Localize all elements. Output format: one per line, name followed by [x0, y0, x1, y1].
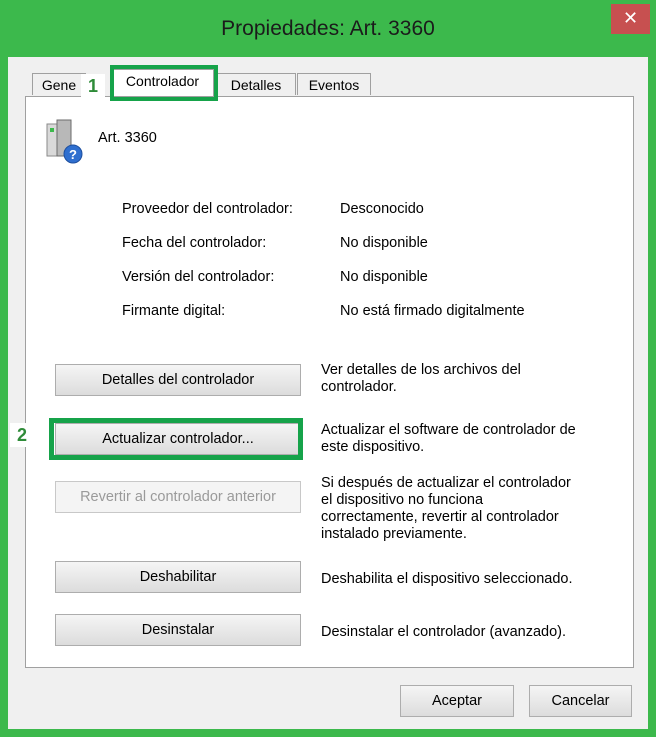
- desc-line: este dispositivo.: [321, 439, 425, 455]
- desc-line: instalado previamente.: [321, 526, 467, 542]
- window-title: Propiedades: Art. 3360: [221, 17, 435, 40]
- desc-line: Ver detalles de los archivos del: [321, 362, 521, 378]
- disable-device-desc: Deshabilita el dispositivo seleccionado.: [321, 571, 573, 587]
- tab-detalles[interactable]: Detalles: [216, 73, 296, 95]
- signer-label: Firmante digital:: [122, 303, 226, 319]
- tab-highlight-box: [110, 65, 218, 101]
- tab-label: Gene: [41, 77, 77, 93]
- tab-panel-controlador: ? Art. 3360 Proveedor del controlador: D…: [10, 96, 634, 668]
- update-driver-desc: Actualizar el software de controlador de…: [321, 422, 576, 456]
- desc-line: controlador.: [321, 379, 397, 395]
- properties-window: Propiedades: Art. 3360 ✕ Gene Controlado…: [0, 0, 656, 737]
- unknown-device-icon: ?: [43, 118, 83, 164]
- tab-label: Eventos: [308, 77, 360, 93]
- rollback-driver-desc: Si después de actualizar el controlador …: [321, 475, 571, 543]
- tab-eventos[interactable]: Eventos: [297, 73, 371, 95]
- provider-label: Proveedor del controlador:: [122, 201, 293, 217]
- uninstall-device-button[interactable]: Desinstalar: [55, 614, 301, 646]
- desc-line: Si después de actualizar el controlador: [321, 475, 571, 491]
- driver-details-button[interactable]: Detalles del controlador: [55, 364, 301, 396]
- desc-line: correctamente, revertir al controlador: [321, 509, 559, 525]
- close-icon: ✕: [622, 8, 639, 29]
- device-name: Art. 3360: [98, 130, 157, 146]
- title-bar[interactable]: Propiedades: Art. 3360 ✕: [0, 0, 656, 57]
- uninstall-device-desc: Desinstalar el controlador (avanzado).: [321, 624, 567, 640]
- svg-text:?: ?: [69, 147, 77, 162]
- version-value: No disponible: [340, 269, 428, 285]
- rollback-driver-button: Revertir al controlador anterior: [55, 481, 301, 513]
- ok-button[interactable]: Aceptar: [400, 685, 514, 717]
- desc-line: el dispositivo no funciona: [321, 492, 484, 508]
- tab-general[interactable]: Gene: [32, 73, 86, 95]
- tab-label: Detalles: [230, 77, 282, 93]
- disable-device-button[interactable]: Deshabilitar: [55, 561, 301, 593]
- driver-details-desc: Ver detalles de los archivos del control…: [321, 362, 521, 396]
- cancel-button[interactable]: Cancelar: [529, 685, 632, 717]
- update-highlight-box: [49, 418, 303, 460]
- dialog-client: Gene Controlador Detalles Eventos 1 ? Ar…: [8, 57, 648, 729]
- step-2-badge: 2: [10, 423, 34, 447]
- step-1-badge: 1: [81, 74, 105, 98]
- provider-value: Desconocido: [340, 201, 424, 217]
- close-button[interactable]: ✕: [611, 4, 650, 34]
- date-label: Fecha del controlador:: [122, 235, 267, 251]
- date-value: No disponible: [340, 235, 428, 251]
- signer-value: No está firmado digitalmente: [340, 303, 525, 319]
- desc-line: Actualizar el software de controlador de: [321, 422, 576, 438]
- version-label: Versión del controlador:: [122, 269, 275, 285]
